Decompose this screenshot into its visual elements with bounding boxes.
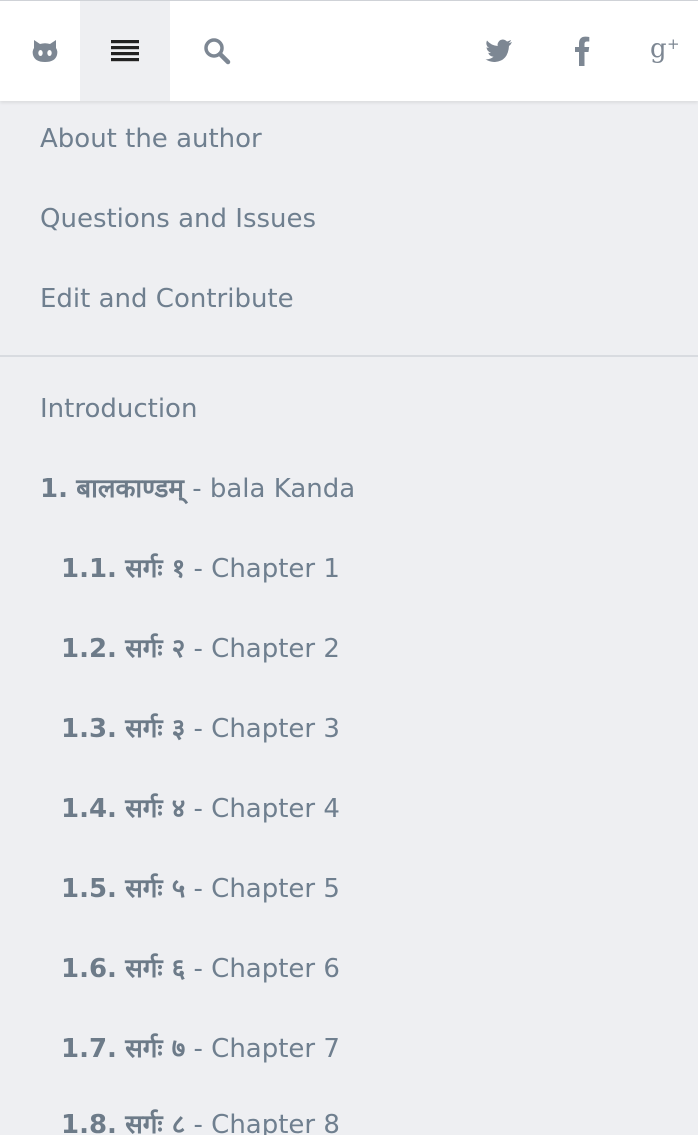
toc-subtitle: - Chapter 2	[193, 634, 340, 664]
navigation-menu: About the author Questions and Issues Ed…	[0, 101, 698, 1135]
toc-number: 1.7.	[61, 1034, 117, 1064]
toc-item-chapter-5[interactable]: 1.5. सर्गः ५ - Chapter 5	[61, 869, 340, 909]
facebook-share-button[interactable]	[537, 1, 627, 101]
toc-title-sanskrit: सर्गः २	[125, 634, 186, 664]
toc-subtitle: - Chapter 1	[193, 554, 340, 584]
toc-subtitle: - Chapter 4	[193, 794, 340, 824]
menu-icon	[111, 40, 139, 62]
toc-item-chapter-4[interactable]: 1.4. सर्गः ४ - Chapter 4	[61, 789, 340, 829]
github-icon	[31, 38, 59, 64]
menu-divider	[0, 355, 698, 357]
toc-number: 1.5.	[61, 874, 117, 904]
google-plus-icon: g +	[650, 36, 680, 66]
github-button[interactable]	[0, 1, 90, 101]
menu-link-edit-contribute[interactable]: Edit and Contribute	[40, 279, 294, 319]
menu-toggle-button[interactable]	[80, 1, 170, 101]
toc-subtitle: - Chapter 7	[193, 1034, 340, 1064]
toc-number: 1.1.	[61, 554, 117, 584]
toc-number: 1.3.	[61, 714, 117, 744]
svg-text:g: g	[650, 36, 667, 64]
toc-title-sanskrit: सर्गः ६	[125, 954, 186, 984]
menu-link-about-author[interactable]: About the author	[40, 119, 262, 159]
search-button[interactable]	[172, 1, 262, 101]
toc-subtitle: - bala Kanda	[192, 474, 356, 504]
toc-item-chapter-1[interactable]: 1.1. सर्गः १ - Chapter 1	[61, 549, 340, 589]
facebook-icon	[574, 36, 590, 66]
toc-subtitle: - Chapter 8	[193, 1110, 340, 1135]
toc-number: 1.8.	[61, 1110, 117, 1135]
toc-subtitle: - Chapter 6	[193, 954, 340, 984]
top-toolbar: g +	[0, 0, 698, 101]
toc-number: 1.	[40, 474, 68, 504]
toc-title-sanskrit: सर्गः ३	[125, 714, 186, 744]
toc-number: 1.6.	[61, 954, 117, 984]
toc-title-sanskrit: सर्गः ५	[125, 874, 186, 904]
toc-title-sanskrit: बालकाण्डम्	[76, 474, 184, 504]
toc-item-introduction[interactable]: Introduction	[40, 389, 197, 429]
toc-number: 1.2.	[61, 634, 117, 664]
toc-title-sanskrit: सर्गः ४	[125, 794, 186, 824]
toc-number: 1.4.	[61, 794, 117, 824]
google-plus-share-button[interactable]: g +	[620, 1, 698, 101]
toc-title-sanskrit: सर्गः ८	[125, 1110, 186, 1135]
toc-item-chapter-6[interactable]: 1.6. सर्गः ६ - Chapter 6	[61, 949, 340, 989]
twitter-share-button[interactable]	[454, 1, 544, 101]
menu-link-questions-issues[interactable]: Questions and Issues	[40, 199, 316, 239]
toc-item-chapter-8[interactable]: 1.8. सर्गः ८ - Chapter 8	[61, 1105, 340, 1135]
toc-subtitle: - Chapter 3	[193, 714, 340, 744]
twitter-icon	[485, 39, 513, 63]
toc-item-chapter-3[interactable]: 1.3. सर्गः ३ - Chapter 3	[61, 709, 340, 749]
svg-text:+: +	[667, 36, 680, 53]
toc-title-sanskrit: सर्गः १	[125, 554, 186, 584]
toc-subtitle: - Chapter 5	[193, 874, 340, 904]
toc-item-bala-kanda[interactable]: 1. बालकाण्डम् - bala Kanda	[40, 469, 355, 509]
toc-item-chapter-7[interactable]: 1.7. सर्गः ७ - Chapter 7	[61, 1029, 340, 1069]
toc-title-sanskrit: सर्गः ७	[125, 1034, 186, 1064]
search-icon	[203, 37, 231, 65]
toc-item-chapter-2[interactable]: 1.2. सर्गः २ - Chapter 2	[61, 629, 340, 669]
